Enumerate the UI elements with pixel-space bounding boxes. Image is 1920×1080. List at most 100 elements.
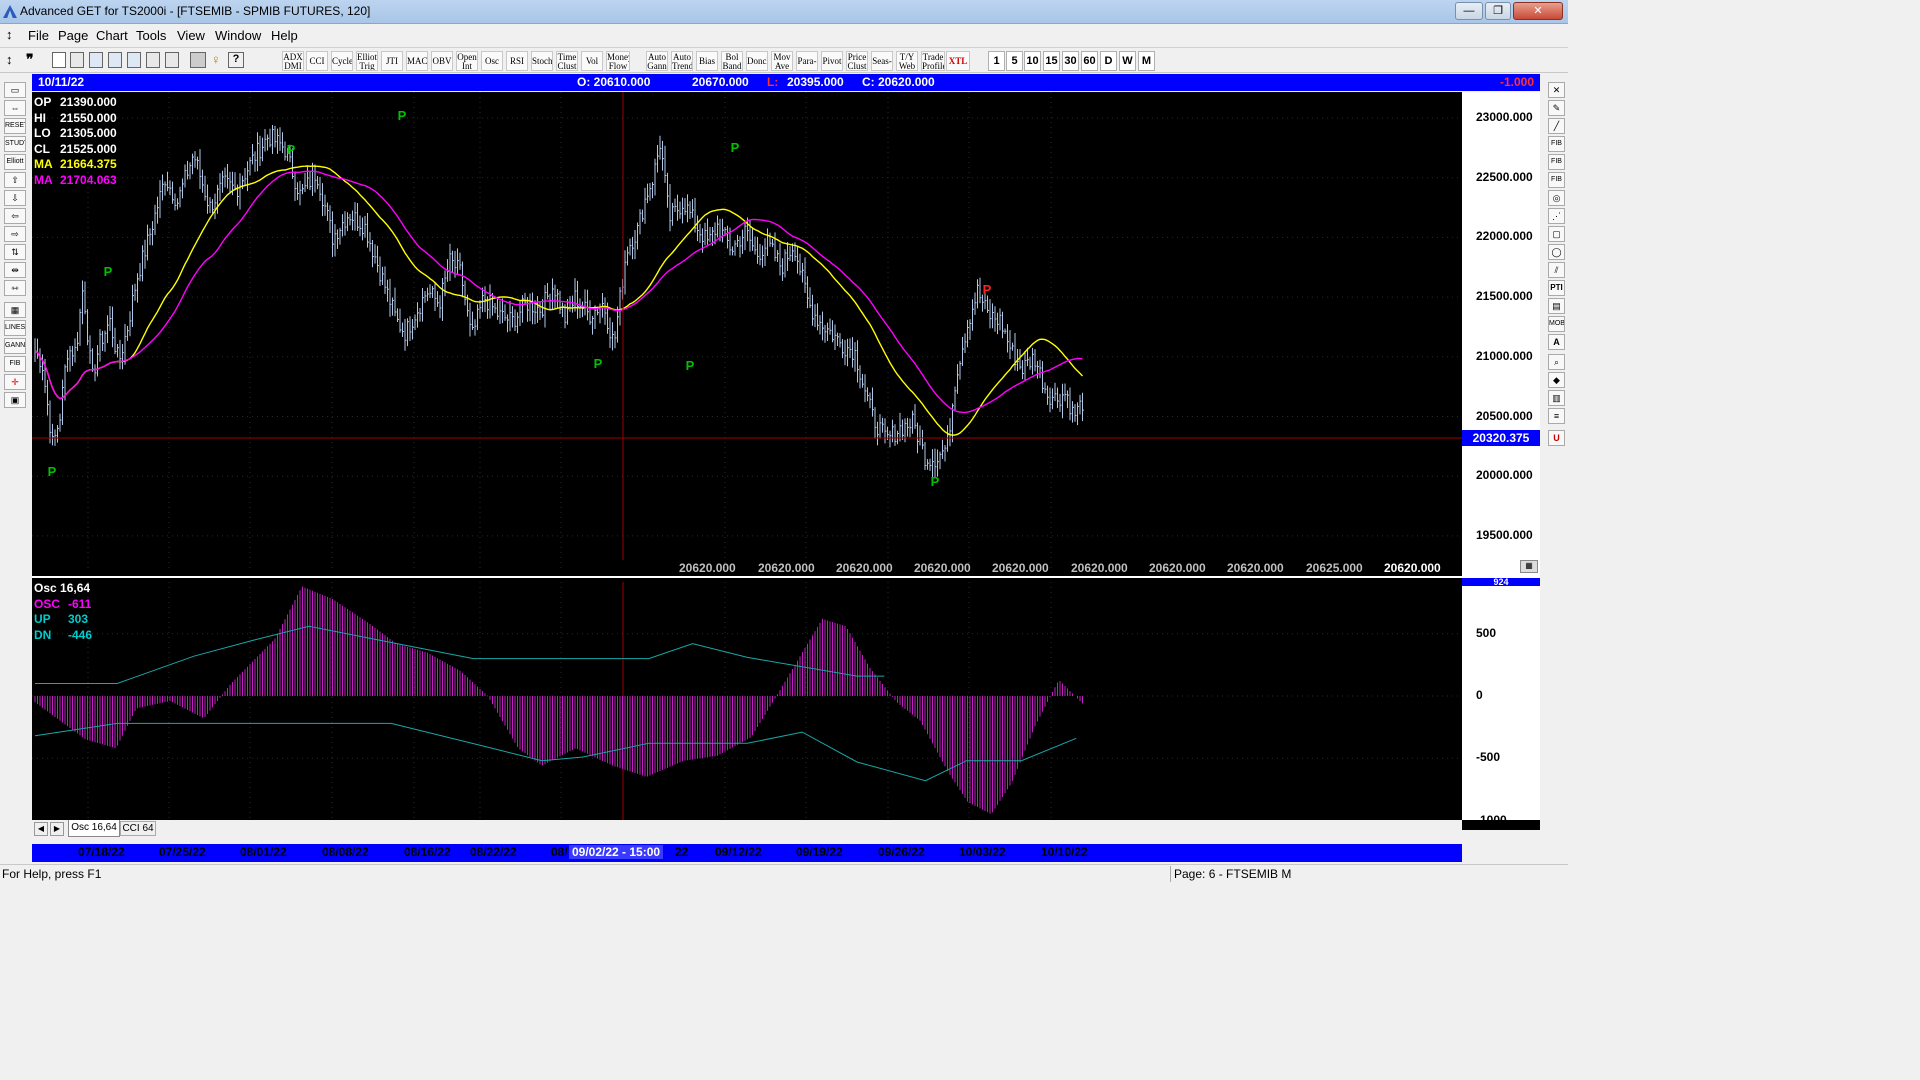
new-page-icon[interactable]: [52, 52, 66, 68]
timeframe-30[interactable]: 30: [1062, 51, 1079, 71]
timeframe-10[interactable]: 10: [1024, 51, 1041, 71]
study-button[interactable]: STUDY: [4, 136, 26, 152]
channel-icon[interactable]: ⫽: [1548, 262, 1565, 278]
timeframe-M[interactable]: M: [1138, 51, 1155, 71]
menu-help[interactable]: Help: [271, 28, 298, 43]
date-axis[interactable]: 07/18/22 07/25/22 08/01/22 08/08/22 08/16/22…: [32, 844, 1462, 862]
pencil-icon[interactable]: ✎: [1548, 100, 1565, 116]
fib-button[interactable]: FIB: [4, 356, 26, 372]
magnify-icon[interactable]: ⌕: [1548, 354, 1565, 370]
study-button-23[interactable]: Seas-onals: [871, 51, 893, 71]
study-button-7[interactable]: Open Int: [456, 51, 478, 71]
quote-tool-icon[interactable]: ❞: [26, 51, 34, 68]
gann-button[interactable]: GANN: [4, 338, 26, 354]
study-button-5[interactable]: MACD: [406, 51, 428, 71]
axis-settings-icon[interactable]: ▦: [1520, 560, 1538, 573]
ellipse-icon[interactable]: ◯: [1548, 244, 1565, 260]
study-button-14[interactable]: Auto Gann: [646, 51, 668, 71]
print-icon[interactable]: [190, 52, 206, 68]
open-icon[interactable]: ▭: [4, 82, 26, 98]
close-window-button[interactable]: ✕: [1513, 2, 1563, 20]
menu-window[interactable]: Window: [215, 28, 261, 43]
layout-icon[interactable]: [127, 52, 141, 68]
study-button-25[interactable]: Trade Profile: [921, 51, 945, 71]
arrow-down-icon[interactable]: ⇩: [4, 190, 26, 206]
tab-cci[interactable]: CCI 64: [120, 821, 156, 836]
price-axis[interactable]: 23000.000 22500.000 22000.000 21500.000 2100…: [1462, 92, 1540, 578]
study-button-17[interactable]: Bol Band: [721, 51, 743, 71]
elliott-button[interactable]: Elliott: [4, 154, 26, 170]
study-button-4[interactable]: JTI: [381, 51, 403, 71]
undo-icon[interactable]: U: [1548, 430, 1565, 446]
copy-page-icon[interactable]: [70, 52, 84, 68]
study-button-6[interactable]: OBV: [431, 51, 453, 71]
ruler-icon[interactable]: ▥: [1548, 390, 1565, 406]
menu-tools[interactable]: Tools: [136, 28, 166, 43]
help-pointer-icon[interactable]: ?: [228, 52, 244, 68]
timeframe-5[interactable]: 5: [1006, 51, 1023, 71]
chart-canvas[interactable]: P P P P P P P P P 20620.000 20620.000 20620.000 2062…: [32, 92, 1462, 820]
zoom-icon[interactable]: ⇔: [4, 100, 26, 116]
tile-icon[interactable]: [146, 52, 160, 68]
timeframe-15[interactable]: 15: [1043, 51, 1060, 71]
reset-button[interactable]: RESET: [4, 118, 26, 134]
scale-icon[interactable]: ⇅: [4, 244, 26, 260]
fan-icon[interactable]: ⋰: [1548, 208, 1565, 224]
study-button-3[interactable]: Elliott Trig: [356, 51, 378, 71]
study-button-0[interactable]: ADX DMI: [282, 51, 304, 71]
menu-file[interactable]: File: [28, 28, 49, 43]
table-icon[interactable]: ▤: [1548, 298, 1565, 314]
study-button-21[interactable]: Pivot: [821, 51, 843, 71]
menu-page[interactable]: Page: [58, 28, 88, 43]
menu-view[interactable]: View: [177, 28, 205, 43]
study-button-15[interactable]: Auto Trend: [671, 51, 693, 71]
study-button-19[interactable]: Mov Ave: [771, 51, 793, 71]
crosshair-icon[interactable]: ✛: [4, 374, 26, 390]
compress-icon[interactable]: ⇿: [4, 280, 26, 296]
fib-ext-button[interactable]: FIB: [1548, 154, 1565, 170]
circle-icon[interactable]: ◎: [1548, 190, 1565, 206]
chart-area[interactable]: P P P P P P P P P 20620.000 20620.000 20620.000 2062…: [32, 92, 1540, 830]
menu-chart[interactable]: Chart: [96, 28, 128, 43]
arrow-left-icon[interactable]: ⇦: [4, 208, 26, 224]
study-button-26[interactable]: XTL: [946, 51, 970, 71]
grid-icon[interactable]: [165, 52, 179, 68]
grid-lines-icon[interactable]: ▦: [4, 302, 26, 318]
study-button-13[interactable]: Money Flow: [606, 51, 630, 71]
study-button-16[interactable]: Bias: [696, 51, 718, 71]
study-button-24[interactable]: T/Y Web: [896, 51, 918, 71]
mob-button[interactable]: MOB: [1548, 316, 1565, 332]
timeframe-D[interactable]: D: [1100, 51, 1117, 71]
cursor-tool-icon[interactable]: ↕: [6, 52, 13, 67]
maximize-button[interactable]: ❐: [1485, 2, 1511, 20]
study-button-2[interactable]: Cycles: [331, 51, 353, 71]
study-button-9[interactable]: RSI: [506, 51, 528, 71]
save-chart-icon[interactable]: ▣: [4, 392, 26, 408]
tab-osc[interactable]: Osc 16,64: [68, 820, 120, 837]
oscillator-axis[interactable]: 500 0 -500 -1000 924: [1462, 578, 1540, 827]
save-page-icon[interactable]: [108, 52, 122, 68]
timeframe-60[interactable]: 60: [1081, 51, 1098, 71]
text-tool-icon[interactable]: A: [1548, 334, 1565, 350]
open-page-icon[interactable]: [89, 52, 103, 68]
box-icon[interactable]: ▢: [1548, 226, 1565, 242]
pti-button[interactable]: PTI: [1548, 280, 1565, 296]
lines-button[interactable]: LINES: [4, 320, 26, 336]
list-icon[interactable]: ≡: [1548, 408, 1565, 424]
timeframe-1[interactable]: 1: [988, 51, 1005, 71]
study-button-10[interactable]: Stoch: [531, 51, 553, 71]
fib-ret-button[interactable]: FIB: [1548, 136, 1565, 152]
study-button-12[interactable]: Vol: [581, 51, 603, 71]
tab-scroll-left-icon[interactable]: ◀: [34, 822, 48, 836]
arrow-right-icon[interactable]: ⇨: [4, 226, 26, 242]
minimize-button[interactable]: —: [1455, 2, 1483, 20]
arrow-up-icon[interactable]: ⇧: [4, 172, 26, 188]
study-button-8[interactable]: Osc: [481, 51, 503, 71]
study-button-22[interactable]: Price Clust: [846, 51, 868, 71]
expand-icon[interactable]: ⇹: [4, 262, 26, 278]
tab-scroll-right-icon[interactable]: ▶: [50, 822, 64, 836]
study-button-20[interactable]: Para-bolic: [796, 51, 818, 71]
fib-time-button[interactable]: FIB: [1548, 172, 1565, 188]
hint-icon[interactable]: ♀: [211, 52, 225, 68]
study-button-11[interactable]: Time Clust: [556, 51, 578, 71]
